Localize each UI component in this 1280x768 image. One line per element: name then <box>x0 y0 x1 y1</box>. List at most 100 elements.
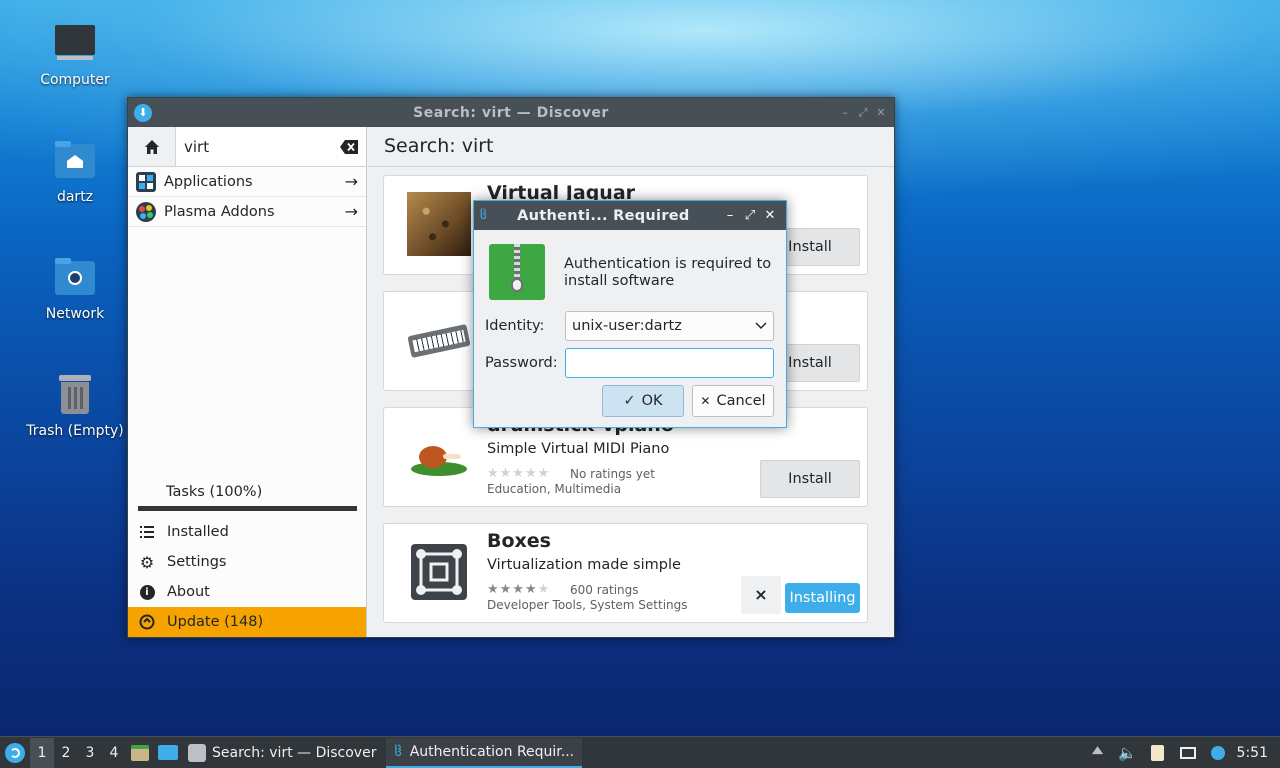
network-icon[interactable] <box>1173 746 1203 759</box>
desktop-icon <box>158 745 178 760</box>
installing-button[interactable]: Installing <box>785 583 860 613</box>
task-label: Search: virt — Discover <box>212 744 377 761</box>
auth-message: Authentication is required to install so… <box>564 256 772 289</box>
archive-icon <box>489 244 545 300</box>
window-titlebar[interactable]: ⬇ Search: virt — Discover – ⤢ ✕ <box>128 98 894 127</box>
taskbar: 1 2 3 4 Search: virt — Discover ჱ Authen… <box>0 736 1280 768</box>
sidebar-item-label: Applications <box>164 173 253 190</box>
auth-app-icon: ჱ <box>480 208 487 223</box>
gear-icon: ⚙ <box>139 552 155 572</box>
install-button[interactable]: Install <box>760 460 860 498</box>
tasks-progress-bar <box>138 506 357 511</box>
jaguar-thumbnail <box>407 192 471 256</box>
desktop-switcher-4[interactable]: 4 <box>102 738 126 768</box>
search-input[interactable]: virt <box>176 127 366 166</box>
start-menu-button[interactable] <box>0 738 30 768</box>
app-description: Virtualization made simple <box>487 557 681 573</box>
about-label: About <box>167 584 210 600</box>
auth-task-icon: ჱ <box>394 743 402 760</box>
maximize-icon[interactable]: ⤢ <box>854 106 872 120</box>
identity-label: Identity: <box>485 318 545 334</box>
task-authentication[interactable]: ჱ Authentication Requir... <box>386 737 583 768</box>
clear-text-icon[interactable] <box>340 139 358 154</box>
identity-value: unix-user:dartz <box>572 318 682 334</box>
list-icon <box>138 523 156 541</box>
trash-icon <box>53 373 97 417</box>
dialog-titlebar[interactable]: ჱ Authenti... Required – ⤢ ✕ <box>474 201 786 230</box>
cancel-label: Cancel <box>716 393 766 409</box>
checkmark-icon: ✓ <box>623 393 636 409</box>
desktop-number: 1 <box>37 744 47 761</box>
drumstick-thumbnail <box>407 424 471 488</box>
home-button[interactable] <box>128 127 176 166</box>
close-icon[interactable]: ✕ <box>760 208 780 223</box>
window-title: Search: virt — Discover <box>413 104 609 121</box>
app-name: Boxes <box>487 530 551 552</box>
desktop-icon-label: dartz <box>56 189 94 205</box>
sidebar-item-settings[interactable]: ⚙ Settings <box>128 547 366 577</box>
desktop-icon-network[interactable]: Network <box>25 256 125 322</box>
app-card-boxes[interactable]: Boxes Virtualization made simple ★★★★★ 6… <box>383 523 868 623</box>
close-icon[interactable]: ✕ <box>872 106 890 120</box>
desktop-icon-label: Computer <box>40 72 110 88</box>
maximize-icon[interactable]: ⤢ <box>740 208 760 223</box>
minimize-icon[interactable]: – <box>720 208 740 223</box>
ok-button[interactable]: ✓ OK <box>602 385 684 417</box>
arrow-right-icon: → <box>344 202 358 221</box>
file-manager-launcher[interactable] <box>126 738 154 768</box>
cancel-button[interactable]: ✕ Cancel <box>692 385 774 417</box>
applications-icon <box>136 171 156 192</box>
home-folder-icon <box>53 139 97 183</box>
app-categories: Education, Multimedia <box>487 482 622 496</box>
sidebar-item-applications[interactable]: Applications → <box>128 167 366 197</box>
page-title: Search: virt <box>368 127 894 167</box>
sidebar-item-label: Plasma Addons <box>164 203 275 220</box>
rating-text: No ratings yet <box>570 467 655 481</box>
plasma-addons-icon <box>136 201 156 222</box>
sidebar-item-installed[interactable]: Installed <box>128 517 366 547</box>
sidebar-item-about[interactable]: i About <box>128 577 366 607</box>
lubuntu-logo-icon <box>5 742 25 763</box>
desktop-number: 3 <box>85 744 95 761</box>
app-description: Simple Virtual MIDI Piano <box>487 441 670 457</box>
desktop-icon-dartz[interactable]: dartz <box>25 139 125 205</box>
tasks-progress[interactable]: Tasks (100%) <box>128 475 366 515</box>
desktop-icon-trash[interactable]: Trash (Empty) <box>25 373 125 439</box>
task-discover[interactable]: Search: virt — Discover <box>182 738 382 768</box>
home-icon <box>144 139 159 154</box>
clipboard-icon[interactable] <box>1143 744 1173 761</box>
sidebar-item-update[interactable]: Update (148) <box>128 607 366 637</box>
show-desktop-button[interactable] <box>154 738 182 768</box>
update-label: Update (148) <box>167 614 264 630</box>
rating-stars: ★★★★★ <box>487 466 551 481</box>
search-input-value: virt <box>184 137 210 156</box>
update-icon <box>138 613 156 631</box>
rating-stars: ★★★★★ <box>487 582 551 597</box>
tray-expand-icon[interactable] <box>1083 745 1113 761</box>
volume-icon[interactable]: 🔈 <box>1113 744 1143 762</box>
desktop-icon-label: Network <box>45 306 105 322</box>
password-field[interactable] <box>565 348 774 378</box>
file-manager-icon <box>131 744 149 761</box>
desktop-icon-computer[interactable]: Computer <box>25 22 125 88</box>
desktop-number: 2 <box>61 744 71 761</box>
desktop-switcher-1[interactable]: 1 <box>30 737 54 768</box>
identity-select[interactable]: unix-user:dartz <box>565 311 774 341</box>
chevron-down-icon <box>755 322 767 330</box>
boxes-thumbnail <box>407 540 471 604</box>
rating-text: 600 ratings <box>570 583 639 597</box>
discover-task-icon <box>188 743 206 762</box>
cancel-install-button[interactable]: × <box>741 576 781 614</box>
cancel-icon: ✕ <box>700 394 711 408</box>
computer-icon <box>53 22 97 66</box>
minimize-icon[interactable]: – <box>836 106 854 120</box>
sidebar-item-plasma-addons[interactable]: Plasma Addons → <box>128 197 366 227</box>
desktop-switcher-2[interactable]: 2 <box>54 738 78 768</box>
ok-label: OK <box>641 393 663 409</box>
clock[interactable]: 5:51 <box>1233 745 1280 761</box>
desktop-icon-label: Trash (Empty) <box>26 423 124 439</box>
installed-label: Installed <box>167 524 229 540</box>
update-notifier-icon[interactable] <box>1203 745 1233 760</box>
keyboard-thumbnail <box>407 308 471 372</box>
desktop-switcher-3[interactable]: 3 <box>78 738 102 768</box>
